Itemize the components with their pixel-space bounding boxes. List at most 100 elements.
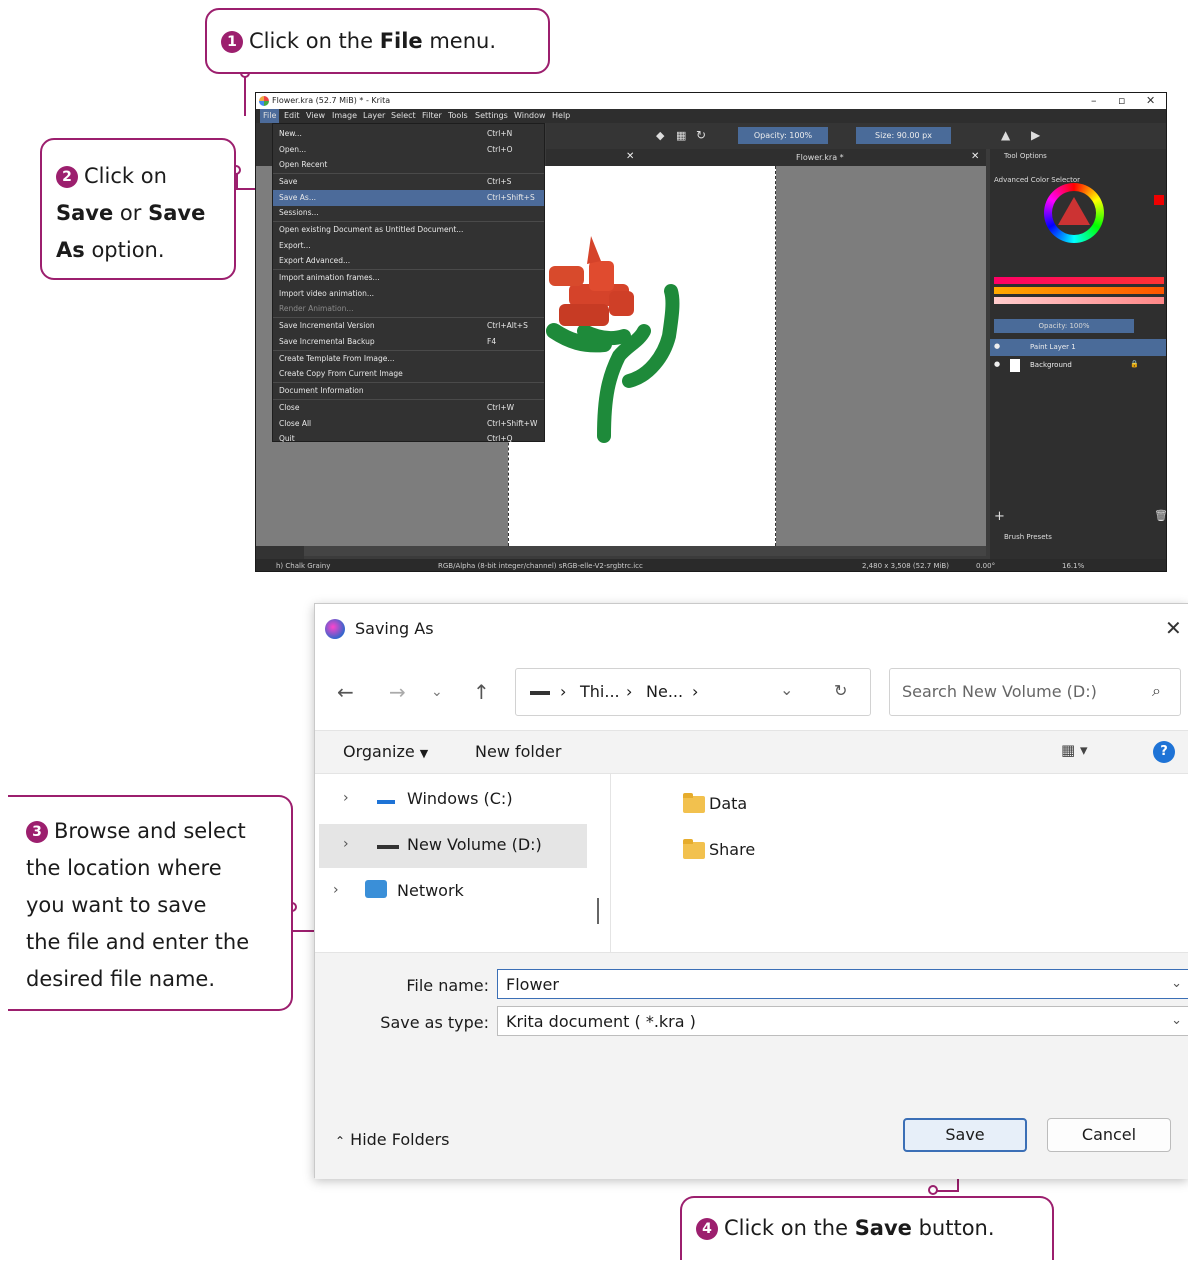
arrow-icon[interactable]: ▶ [1031,128,1040,142]
reload-icon[interactable]: ↻ [696,128,706,142]
menu-tools[interactable]: Tools [448,111,468,120]
menu-file[interactable]: File [260,109,280,123]
help-icon[interactable]: ? [1153,741,1175,763]
file-menu-item[interactable]: Open existing Document as Untitled Docum… [273,222,544,238]
tree-item-new-volume-d[interactable]: › New Volume (D:) [319,824,587,868]
file-menu-item[interactable]: Save Incremental Backup F4 [273,334,544,350]
chevron-down-icon[interactable]: ⌄ [1171,1013,1182,1028]
canvas-paper[interactable] [508,166,776,546]
file-menu-item[interactable]: Close Ctrl+W [273,400,544,416]
status-color: RGB/Alpha (8-bit integer/channel) sRGB-e… [438,562,643,570]
tree-item-windows-c[interactable]: › Windows (C:) [319,778,587,822]
chevron-down-icon[interactable]: ⌄ [1171,976,1182,991]
chevron-right-icon[interactable]: › [343,836,349,852]
file-menu-item[interactable]: Document Information [273,383,544,399]
file-name-input[interactable]: Flower ⌄ [497,969,1188,999]
up-arrow-icon[interactable]: ↑ [473,680,490,704]
size-slider[interactable]: Size: 90.00 px [856,127,951,144]
horizontal-scrollbar[interactable] [304,546,986,556]
menu-layer[interactable]: Layer [363,111,385,120]
lock-icon[interactable]: 🔒 [1130,360,1139,368]
breadcrumb-new-volume[interactable]: Ne... [646,682,683,701]
menu-help[interactable]: Help [552,111,570,120]
folder-icon [683,793,705,813]
file-menu-item[interactable]: Close All Ctrl+Shift+W [273,416,544,432]
delete-layer-icon[interactable]: 🗑 [1154,509,1166,522]
save-button[interactable]: Save [903,1118,1027,1152]
document-tab[interactable]: Flower.kra * [796,153,844,162]
opacity-slider[interactable]: Opacity: 100% [738,127,828,144]
layer-row[interactable]: ● Background 🔒 [990,357,1166,374]
new-folder-button[interactable]: New folder [475,742,561,761]
menu-select[interactable]: Select [391,111,416,120]
search-input[interactable]: Search New Volume (D:) ⌕ [889,668,1181,716]
search-placeholder: Search New Volume (D:) [902,682,1097,701]
hide-folders-button[interactable]: ⌃ Hide Folders [335,1130,450,1149]
color-gradient-bar[interactable] [994,297,1164,304]
menu-view[interactable]: View [306,111,325,120]
network-icon [365,880,387,898]
cancel-button[interactable]: Cancel [1047,1118,1171,1152]
refresh-icon[interactable]: ↻ [834,681,847,700]
windows-drive-icon [377,790,395,804]
file-menu-item[interactable]: Sessions... [273,205,544,221]
menu-image[interactable]: Image [332,111,357,120]
file-menu-item[interactable]: Open... Ctrl+O [273,142,544,158]
color-gradient-bar[interactable] [994,277,1164,284]
address-bar[interactable]: › Thi... › Ne... › ⌄ ↻ [515,668,871,716]
status-rotation: 0.00° [976,562,996,570]
layers-opacity[interactable]: Opacity: 100% [994,319,1134,333]
file-menu-item[interactable]: Import animation frames... [273,270,544,286]
tab-close-icon[interactable]: ✕ [971,151,979,162]
recent-chevron-down-icon[interactable]: ⌄ [431,684,443,700]
eye-icon[interactable]: ● [994,342,1000,350]
file-menu-item[interactable]: Open Recent [273,157,544,173]
file-menu-item[interactable]: Import video animation... [273,286,544,302]
file-menu-item[interactable]: Save As... Ctrl+Shift+S [273,189,544,206]
file-menu-item[interactable]: Create Template From Image... [273,351,544,367]
eraser-icon[interactable]: ◆ [656,129,664,142]
menu-bar: File Edit View Image Layer Select Filter… [256,109,1166,123]
mirror-icon[interactable]: ▲ [1001,128,1010,142]
pane-scrollbar[interactable] [597,898,599,924]
color-wheel[interactable] [1044,183,1104,243]
chevron-right-icon[interactable]: › [343,790,349,806]
close-icon[interactable]: ✕ [1146,94,1155,107]
file-menu-item[interactable]: Render Animation... [273,301,544,317]
color-gradient-bar[interactable] [994,287,1164,294]
save-type-select[interactable]: Krita document ( *.kra ) ⌄ [497,1006,1188,1036]
menu-window[interactable]: Window [514,111,546,120]
callout-step-2: 2 Click on Save or Save As option. [40,138,236,280]
layer-thumbnail [1010,359,1020,372]
color-swatch[interactable] [1154,195,1164,205]
tab-close-icon[interactable]: ✕ [626,151,634,162]
file-menu-item[interactable]: Save Incremental Version Ctrl+Alt+S [273,318,544,334]
menu-settings[interactable]: Settings [475,111,508,120]
eye-icon[interactable]: ● [994,360,1000,368]
menu-item-shortcut: Ctrl+Alt+S [487,321,528,330]
status-brush: h) Chalk Grainy [276,562,331,570]
layer-row[interactable]: ● Paint Layer 1 [990,339,1166,356]
file-menu-item[interactable]: Export Advanced... [273,253,544,269]
minimize-icon[interactable]: – [1091,94,1097,107]
close-icon[interactable]: ✕ [1165,616,1182,640]
breadcrumb-this-pc[interactable]: Thi... [580,682,620,701]
file-menu-item[interactable]: Quit Ctrl+Q [273,431,544,447]
menu-edit[interactable]: Edit [284,111,300,120]
file-menu-item[interactable]: New... Ctrl+N [273,126,544,142]
file-menu-item[interactable]: Export... [273,238,544,254]
organize-button[interactable]: Organize ▼ [343,742,428,761]
file-menu-item[interactable]: Create Copy From Current Image [273,366,544,382]
view-options-icon[interactable]: ▦ ▾ [1061,741,1087,759]
add-layer-icon[interactable]: + [994,509,1005,524]
connector-line [935,1190,959,1192]
address-dropdown-icon[interactable]: ⌄ [780,680,793,699]
restore-icon[interactable]: ▫ [1118,94,1125,107]
back-arrow-icon[interactable]: ← [337,680,354,704]
file-menu-item[interactable]: Save Ctrl+S [273,174,544,190]
tree-item-network[interactable]: › Network [319,870,587,914]
chevron-right-icon[interactable]: › [333,882,339,898]
menu-filter[interactable]: Filter [422,111,442,120]
alpha-icon[interactable]: ▦ [676,129,686,142]
forward-arrow-icon[interactable]: → [389,680,406,704]
